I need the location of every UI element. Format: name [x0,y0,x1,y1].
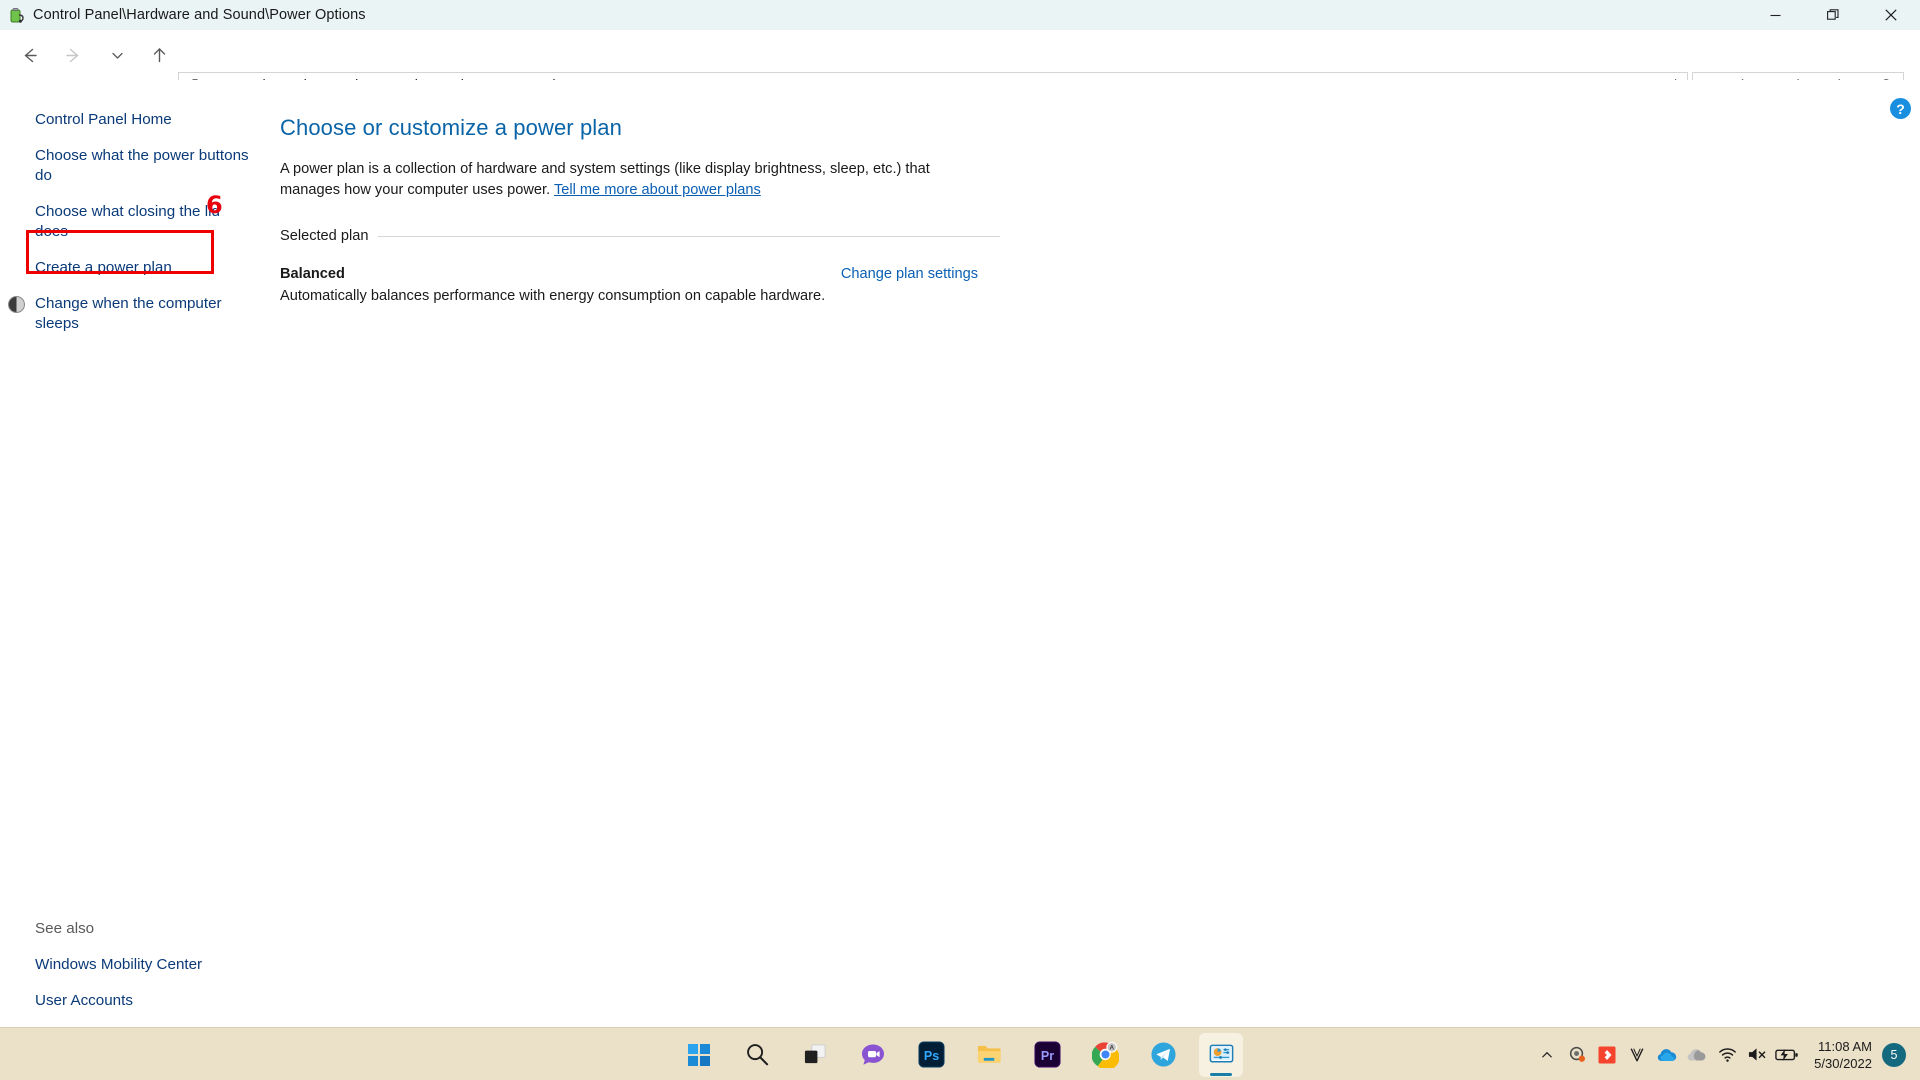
v-logo-icon[interactable] [1622,1035,1652,1075]
taskbar-item-control-panel[interactable] [1199,1032,1243,1077]
content-area: Control Panel Home Choose what the power… [0,80,1920,1030]
battery-charging-icon[interactable] [1772,1035,1802,1075]
notification-badge[interactable]: 5 [1882,1042,1906,1067]
taskbar-items: Ps Pr A [677,1028,1243,1080]
taskbar-item-telegram[interactable] [1141,1033,1185,1077]
telegram-icon [1150,1042,1176,1067]
sidebar-item-label: Change when the computer sleeps [35,295,222,332]
speaker-muted-icon[interactable] [1742,1035,1772,1075]
tell-me-more-link[interactable]: Tell me more about power plans [554,182,761,198]
sidebar: Control Panel Home Choose what the power… [0,80,272,1009]
main-panel: Choose or customize a power plan A power… [280,80,1580,304]
up-icon[interactable] [143,39,175,71]
plan-row: Balanced Change plan settings Automatica… [280,266,1000,304]
clock[interactable]: 11:08 AM 5/30/2022 [1802,1038,1882,1072]
sidebar-item-control-panel-home[interactable]: Control Panel Home [0,110,250,130]
taskbar-item-file-explorer[interactable] [967,1033,1011,1077]
svg-text:A: A [1109,1045,1114,1052]
group-divider [378,235,1000,237]
window-title: Control Panel\Hardware and Sound\Power O… [33,7,366,23]
navigation-bar: › Control Panel › Hardware and Sound › P… [0,30,1920,99]
uac-shield-icon [8,296,25,313]
svg-text:Pr: Pr [1040,1049,1053,1063]
clock-date: 5/30/2022 [1814,1055,1872,1071]
screen: Control Panel\Hardware and Sound\Power O… [0,0,1920,1080]
see-also-windows-mobility-center[interactable]: Windows Mobility Center [0,955,250,975]
see-also-title: See also [35,920,95,937]
windows-start-icon [688,1043,710,1066]
cloud-icon[interactable] [1682,1035,1712,1075]
forward-icon[interactable] [57,39,89,71]
sidebar-item-choose-power-buttons[interactable]: Choose what the power buttons do [0,146,250,186]
restore-button[interactable] [1804,0,1862,30]
annotation-number: 6 [206,191,223,219]
title-bar: Control Panel\Hardware and Sound\Power O… [0,0,1920,30]
search-icon [746,1044,768,1066]
chrome-icon: A [1091,1041,1119,1068]
change-plan-settings-link[interactable]: Change plan settings [841,266,978,282]
system-tray: 11:08 AM 5/30/2022 5 [1532,1028,1920,1080]
taskbar-item-start[interactable] [677,1033,721,1077]
page-description: A power plan is a collection of hardware… [280,159,952,200]
running-indicator [1210,1072,1232,1076]
taskbar: Ps Pr A 11:08 AM 5/30/2022 5 [0,1027,1920,1080]
power-battery-icon [7,6,25,24]
taskbar-item-chrome[interactable]: A [1083,1033,1127,1077]
taskbar-item-photoshop[interactable]: Ps [909,1033,953,1077]
selected-plan-label: Selected plan [280,228,369,244]
premiere-pro-icon: Pr [1033,1041,1061,1068]
page-title: Choose or customize a power plan [280,115,622,140]
red-diamond-icon[interactable] [1592,1035,1622,1075]
plan-description: Automatically balances performance with … [280,288,826,304]
onedrive-icon[interactable] [1652,1035,1682,1075]
back-icon[interactable] [13,39,45,71]
close-button[interactable] [1862,0,1920,30]
see-also-user-accounts[interactable]: User Accounts [0,991,250,1011]
sidebar-item-change-when-computer-sleeps[interactable]: Change when the computer sleeps [0,294,250,334]
help-button[interactable]: ? [1890,98,1911,119]
taskbar-item-premiere-pro[interactable]: Pr [1025,1033,1069,1077]
sidebar-item-create-power-plan[interactable]: Create a power plan [0,258,250,278]
wifi-icon[interactable] [1712,1035,1742,1075]
taskbar-item-search[interactable] [735,1033,779,1077]
selected-plan-group-header: Selected plan [280,228,1000,244]
see-also-section: See also Windows Mobility Center User Ac… [0,920,272,1027]
taskbar-item-chat[interactable] [851,1033,895,1077]
clock-time: 11:08 AM [1818,1038,1872,1054]
headset-icon[interactable] [1562,1035,1592,1075]
control-panel-icon [1209,1044,1233,1063]
minimize-button[interactable] [1746,0,1804,30]
window-controls [1746,0,1920,30]
recent-locations-chevron-down-icon[interactable] [101,39,133,71]
file-explorer-icon [977,1045,1001,1063]
chat-icon [862,1044,884,1065]
svg-text:Ps: Ps [923,1049,938,1063]
task-view-icon [804,1044,826,1064]
tray-overflow-chevron-up-icon[interactable] [1532,1035,1562,1075]
photoshop-icon: Ps [917,1041,945,1068]
taskbar-item-task-view[interactable] [793,1033,837,1077]
